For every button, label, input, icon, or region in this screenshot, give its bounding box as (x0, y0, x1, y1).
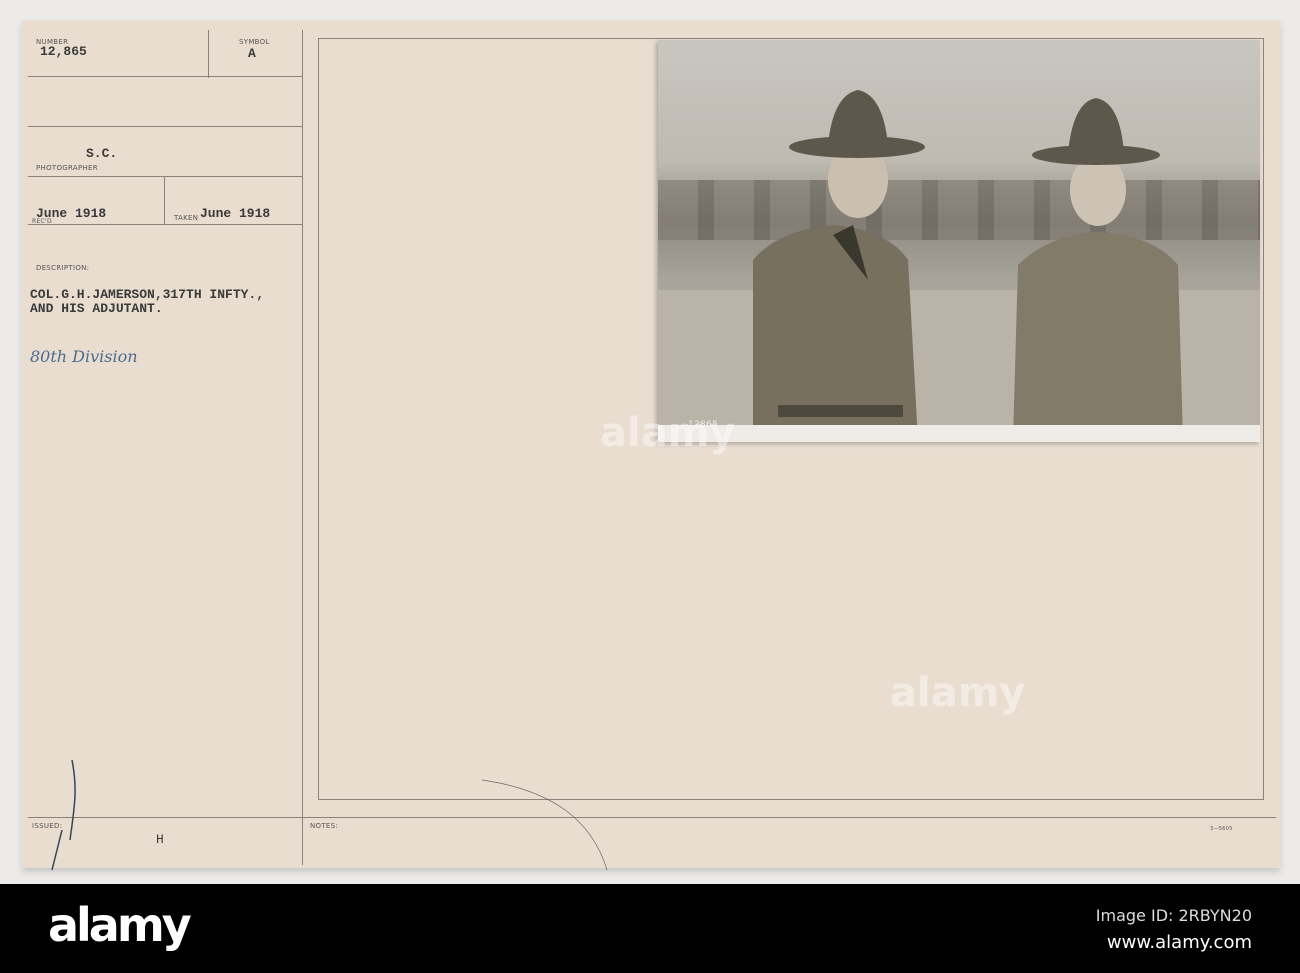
stock-banner: alamy Image ID: 2RBYN20 www.alamy.com (0, 884, 1300, 973)
description-line2: AND HIS ADJUTANT. (30, 301, 163, 316)
number-value: 12,865 (40, 44, 87, 59)
symbol-value: A (248, 46, 256, 61)
photographer-label: PHOTOGRAPHER (36, 164, 98, 172)
divider (28, 176, 302, 177)
watermark: alamy (600, 410, 736, 456)
divider (28, 224, 302, 225)
pen-marks (51, 759, 608, 871)
handwritten-note: 80th Division (30, 347, 138, 366)
photographer-value: S.C. (86, 146, 118, 161)
watermark: alamy (890, 670, 1026, 716)
divider (28, 126, 302, 127)
divider (164, 177, 165, 225)
image-id: Image ID: 2RBYN20 (1095, 906, 1252, 925)
symbol-label: SYMBOL (239, 38, 270, 46)
alamy-logo: alamy (48, 898, 192, 952)
taken-value: June 1918 (200, 206, 271, 221)
taken-label: TAKEN (174, 214, 199, 222)
alamy-url[interactable]: www.alamy.com (1107, 932, 1252, 953)
description-label: DESCRIPTION: (36, 264, 90, 272)
recd-value: June 1918 (36, 206, 107, 221)
divider (28, 76, 302, 77)
soldiers-figures (753, 90, 1183, 440)
photo-border (658, 425, 1260, 442)
divider (208, 30, 209, 78)
soldiers-photograph: 12865 (658, 40, 1260, 442)
form-number: 3—5605 (1210, 826, 1233, 832)
description-line1: COL.G.H.JAMERSON,317TH INFTY., (30, 287, 265, 302)
